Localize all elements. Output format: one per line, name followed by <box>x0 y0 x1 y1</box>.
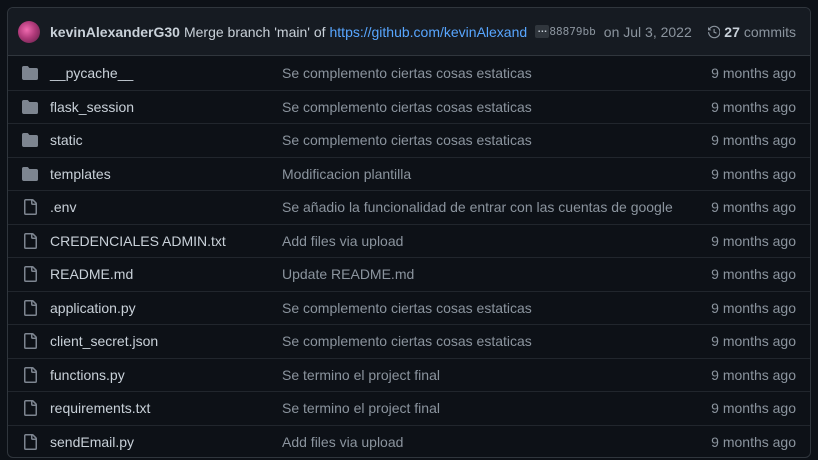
file-name-link[interactable]: functions.py <box>50 367 282 383</box>
folder-icon <box>8 65 50 81</box>
file-name-link[interactable]: __pycache__ <box>50 65 282 81</box>
file-commit-age: 9 months ago <box>711 299 796 316</box>
file-commit-age: 9 months ago <box>711 333 796 350</box>
commit-author[interactable]: kevinAlexanderG30 <box>50 24 180 40</box>
commits-count[interactable]: 27 <box>724 24 740 40</box>
file-icon <box>8 299 50 316</box>
file-commit-age: 9 months ago <box>711 64 796 81</box>
folder-icon <box>8 132 50 148</box>
file-icon <box>8 232 50 249</box>
file-name-link[interactable]: static <box>50 132 282 148</box>
file-name-link[interactable]: flask_session <box>50 99 282 115</box>
file-name-link[interactable]: client_secret.json <box>50 333 282 349</box>
file-row[interactable]: README.md Update README.md 9 months ago <box>8 257 810 291</box>
file-row[interactable]: templates Modificacion plantilla 9 months … <box>8 156 810 191</box>
file-row[interactable]: flask_session Se complemento ciertas cosa… <box>8 89 810 124</box>
file-name-link[interactable]: requirements.txt <box>50 400 282 416</box>
file-name-link[interactable]: README.md <box>50 266 282 282</box>
file-commit-age: 9 months ago <box>711 366 796 383</box>
file-commit-message-link[interactable]: Add files via upload <box>282 233 711 249</box>
file-row[interactable]: requirements.txt Se termino el project fi… <box>8 391 810 425</box>
file-row[interactable]: .env Se añadio la funcionalidad de entrar… <box>8 190 810 224</box>
file-row[interactable]: functions.py Se termino el project final 9… <box>8 357 810 392</box>
expand-commit-message-button[interactable]: … <box>535 24 550 38</box>
folder-icon <box>8 99 50 115</box>
file-name-link[interactable]: sendEmail.py <box>50 434 282 450</box>
file-icon <box>8 199 50 216</box>
file-commit-message-link[interactable]: Se complemento ciertas cosas estaticas <box>282 65 711 81</box>
file-name-link[interactable]: application.py <box>50 300 282 316</box>
file-commit-age: 9 months ago <box>711 132 796 149</box>
file-row[interactable]: client_secret.json Se complemento ciertas… <box>8 324 810 358</box>
file-commit-age: 9 months ago <box>711 433 796 450</box>
folder-icon <box>8 166 50 182</box>
file-commit-age: 9 months ago <box>711 232 796 249</box>
file-row[interactable]: application.py Se complemento ciertas cos… <box>8 290 810 325</box>
commit-date: on Jul 3, 2022 <box>603 23 692 40</box>
file-commit-age: 9 months ago <box>711 266 796 283</box>
file-icon <box>8 366 50 383</box>
commit-sha[interactable]: 88879bb <box>549 25 595 38</box>
file-commit-message-link[interactable]: Add files via upload <box>282 434 711 450</box>
history-icon[interactable] <box>707 24 721 40</box>
commit-message[interactable]: Merge branch 'main' of <box>184 24 326 40</box>
file-list: __pycache__ Se complemento ciertas cosas … <box>8 56 810 458</box>
commits-label[interactable]: commits <box>744 24 796 40</box>
file-commit-message-link[interactable]: Se complemento ciertas cosas estaticas <box>282 132 711 148</box>
file-commit-age: 9 months ago <box>711 199 796 216</box>
file-browser: kevinAlexanderG30 Merge branch 'main' of… <box>7 7 811 458</box>
file-row[interactable]: CREDENCIALES ADMIN.txt Add files via uplo… <box>8 223 810 258</box>
file-commit-message-link[interactable]: Se termino el project final <box>282 367 711 383</box>
file-row[interactable]: static Se complemento ciertas cosas estat… <box>8 123 810 157</box>
file-commit-message-link[interactable]: Se termino el project final <box>282 400 711 416</box>
file-commit-message-link[interactable]: Se complemento ciertas cosas estaticas <box>282 99 711 115</box>
file-name-link[interactable]: CREDENCIALES ADMIN.txt <box>50 233 282 249</box>
file-icon <box>8 433 50 450</box>
file-commit-age: 9 months ago <box>711 400 796 417</box>
file-commit-message-link[interactable]: Se complemento ciertas cosas estaticas <box>282 333 711 349</box>
file-commit-message-link[interactable]: Modificacion plantilla <box>282 166 711 182</box>
file-commit-message-link[interactable]: Se complemento ciertas cosas estaticas <box>282 300 711 316</box>
file-icon <box>8 333 50 350</box>
file-commit-message-link[interactable]: Se añadio la funcionalidad de entrar con… <box>282 199 711 215</box>
file-row[interactable]: __pycache__ Se complemento ciertas cosas … <box>8 56 810 90</box>
file-name-link[interactable]: templates <box>50 166 282 182</box>
file-row[interactable]: sendEmail.py Add files via upload 9 months… <box>8 424 810 458</box>
file-commit-message-link[interactable]: Update README.md <box>282 266 711 282</box>
commit-message-link[interactable]: https://github.com/kevinAlexanderG30/... <box>330 24 528 40</box>
file-icon <box>8 266 50 283</box>
avatar[interactable] <box>18 20 40 43</box>
file-name-link[interactable]: .env <box>50 199 282 215</box>
file-icon <box>8 400 50 417</box>
file-commit-age: 9 months ago <box>711 165 796 182</box>
latest-commit-bar: kevinAlexanderG30 Merge branch 'main' of… <box>8 8 810 56</box>
file-commit-age: 9 months ago <box>711 98 796 115</box>
